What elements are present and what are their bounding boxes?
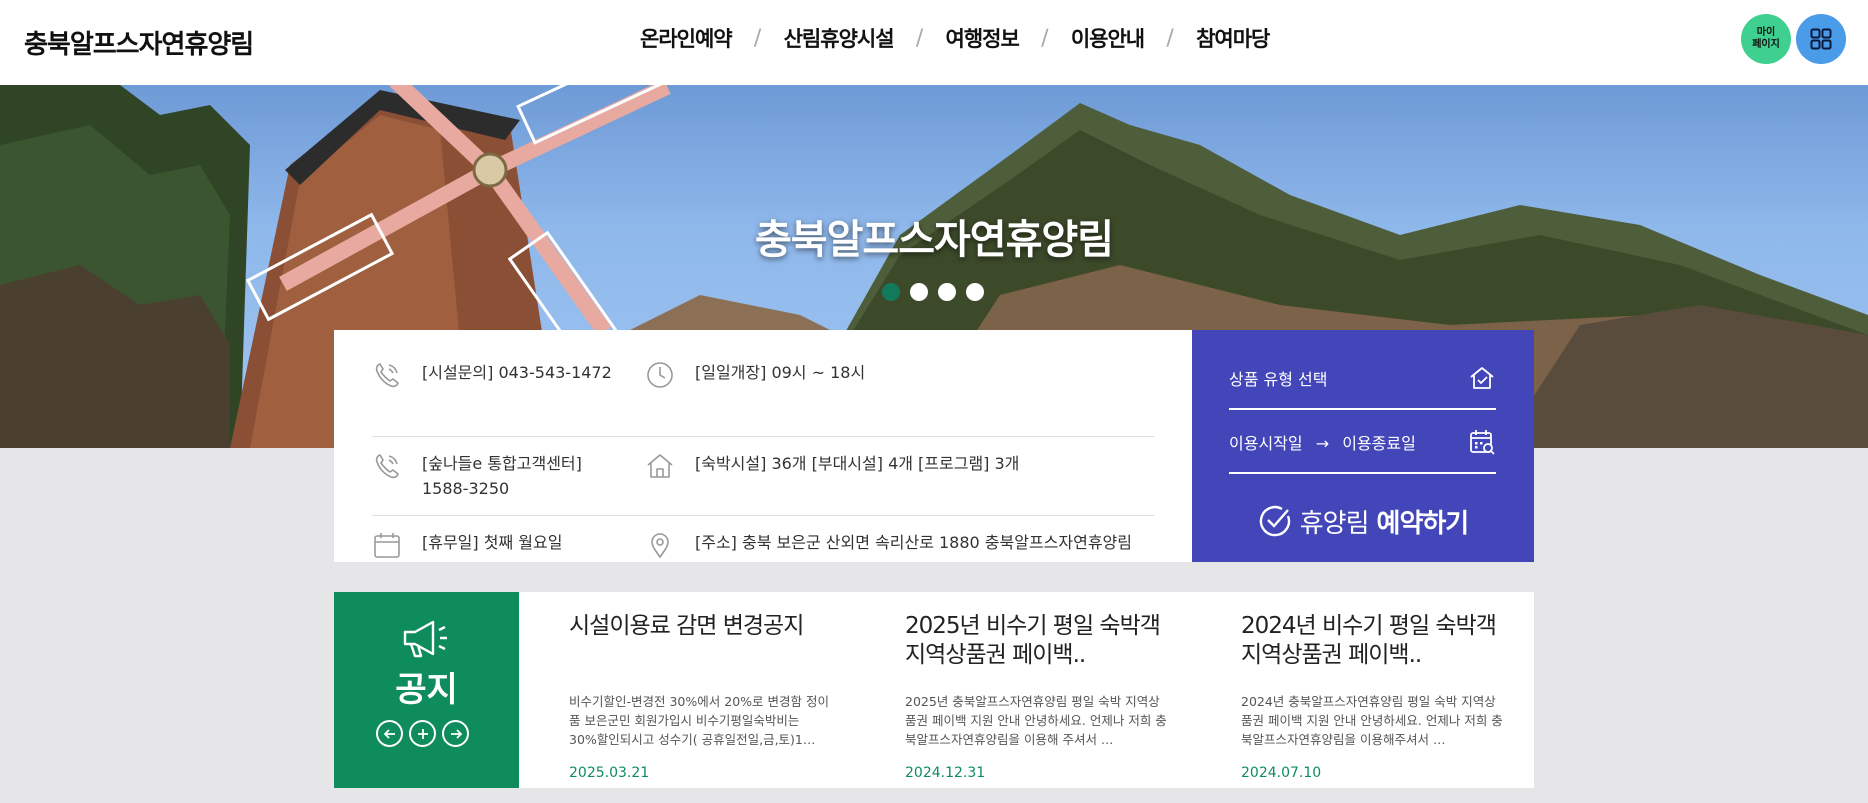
slide-dot-4[interactable] <box>966 283 984 301</box>
reservation-panel: 상품 유형 선택 이용시작일 → 이용종료일 휴양림 예약하기 <box>1192 330 1534 562</box>
info-call-center: [숲나들e 통합고객센터] 1588-3250 <box>372 451 622 501</box>
notice-item-date: 2024.07.10 <box>1241 765 1322 781</box>
clock-icon <box>647 362 673 388</box>
info-panel: [시설문의] 043-543-1472 [일일개장] 09시 ~ 18시 [숲나… <box>334 330 1192 562</box>
notice-item-desc: 2025년 충북알프스자연휴양림 평일 숙박 지역상품권 페이백 지원 안내 안… <box>905 694 1167 747</box>
all-menu-button[interactable] <box>1796 14 1846 64</box>
grid-icon <box>1810 28 1832 50</box>
nav-separator: / <box>1166 25 1174 51</box>
product-type-select[interactable]: 상품 유형 선택 <box>1229 348 1496 410</box>
mypage-label-line1: 마이 <box>1756 27 1776 38</box>
house-icon <box>647 454 673 478</box>
notice-header: 공지 <box>334 592 532 788</box>
notice-item-title: 2025년 비수기 평일 숙박객 지역상품권 페이백.. <box>905 613 1161 668</box>
start-date-label: 이용시작일 <box>1229 434 1303 453</box>
slide-pagination <box>882 283 984 301</box>
notice-title: 공지 <box>395 670 458 710</box>
info-facilities-text: [숙박시설] 36개 [부대시설] 4개 [프로그램] 3개 <box>695 454 1020 473</box>
mypage-label-line2: 페이지 <box>1752 39 1780 50</box>
notice-prev-button[interactable] <box>376 720 403 747</box>
reserve-button[interactable]: 휴양림 예약하기 <box>1192 498 1534 544</box>
notice-item[interactable]: 2025년 비수기 평일 숙박객 지역상품권 페이백.. 2025년 충북알프스… <box>905 612 1167 781</box>
end-date-label: 이용종료일 <box>1342 434 1416 453</box>
info-row: [숲나들e 통합고객센터] 1588-3250 [숙박시설] 36개 [부대시설… <box>372 437 1154 516</box>
info-hours: [일일개장] 09시 ~ 18시 <box>645 360 1145 390</box>
plus-icon <box>417 728 428 739</box>
slide-dot-3[interactable] <box>938 283 956 301</box>
notice-item-date: 2024.12.31 <box>905 765 986 781</box>
site-logo[interactable]: 충북알프스자연휴양림 <box>24 24 254 61</box>
nav-separator: / <box>753 25 762 51</box>
info-facilities: [숙박시설] 36개 [부대시설] 4개 [프로그램] 3개 <box>645 451 1145 481</box>
notice-item-desc: 2024년 충북알프스자연휴양림 평일 숙박 지역상품권 페이백 지원 안내 안… <box>1241 694 1503 747</box>
info-phone: [시설문의] 043-543-1472 <box>372 360 612 390</box>
phone-icon <box>375 363 399 388</box>
date-range-picker[interactable]: 이용시작일 → 이용종료일 <box>1229 412 1496 474</box>
calendar-icon <box>374 533 400 558</box>
calendar-search-icon <box>1470 430 1495 455</box>
product-type-label: 상품 유형 선택 <box>1229 370 1328 389</box>
date-range-label: 이용시작일 → 이용종료일 <box>1229 430 1416 454</box>
notice-more-button[interactable] <box>409 720 436 747</box>
info-row: [휴무일] 첫째 월요일 [주소] 충북 보은군 산외면 속리산로 1880 충… <box>372 516 1154 562</box>
info-hours-text: [일일개장] 09시 ~ 18시 <box>695 363 866 382</box>
info-address: [주소] 충북 보은군 산외면 속리산로 1880 충북알프스자연휴양림 <box>645 530 1165 560</box>
site-header: 충북알프스자연휴양림 온라인예약 / 산림휴양시설 / 여행정보 / 이용안내 … <box>0 0 1868 85</box>
house-check-icon <box>1470 367 1494 389</box>
nav-separator: / <box>915 25 924 51</box>
nav-separator: / <box>1041 25 1049 51</box>
info-phone-text: [시설문의] 043-543-1472 <box>422 363 612 382</box>
arrow-left-icon <box>383 728 395 739</box>
nav-item-usage-guide[interactable]: 이용안내 <box>1071 23 1145 53</box>
megaphone-icon <box>403 620 447 658</box>
info-call-center-text: [숲나들e 통합고객센터] 1588-3250 <box>422 454 582 498</box>
notice-item-desc: 비수기할인-변경전 30%에서 20%로 변경함 정이품 보은군민 회원가입시 … <box>569 694 829 747</box>
mypage-button[interactable]: 마이 페이지 <box>1741 14 1791 64</box>
nav-item-online-reservation[interactable]: 온라인예약 <box>640 23 733 53</box>
notice-item-date: 2025.03.21 <box>569 765 650 781</box>
notice-item-title: 시설이용료 감면 변경공지 <box>569 613 804 639</box>
check-circle-icon <box>1259 505 1290 537</box>
info-address-text: [주소] 충북 보은군 산외면 속리산로 1880 충북알프스자연휴양림 <box>695 533 1132 552</box>
arrow-right-icon <box>450 728 462 739</box>
notice-next-button[interactable] <box>442 720 469 747</box>
nav-item-community[interactable]: 참여마당 <box>1196 23 1270 53</box>
info-closed: [휴무일] 첫째 월요일 <box>372 530 612 560</box>
notice-controls <box>376 720 469 747</box>
nav-item-facilities[interactable]: 산림휴양시설 <box>784 23 895 53</box>
notice-list: 시설이용료 감면 변경공지 비수기할인-변경전 30%에서 20%로 변경함 정… <box>519 592 1534 788</box>
info-row: [시설문의] 043-543-1472 [일일개장] 09시 ~ 18시 <box>372 360 1154 437</box>
date-arrow: → <box>1315 434 1330 453</box>
phone-icon <box>375 454 399 479</box>
notice-item[interactable]: 시설이용료 감면 변경공지 비수기할인-변경전 30%에서 20%로 변경함 정… <box>569 612 831 781</box>
nav-item-travel-info[interactable]: 여행정보 <box>946 23 1020 53</box>
reserve-button-bold: 예약하기 <box>1376 508 1470 539</box>
notice-item-title: 2024년 비수기 평일 숙박객 지역상품권 페이백.. <box>1241 613 1497 668</box>
slide-dot-2[interactable] <box>910 283 928 301</box>
slide-dot-1[interactable] <box>882 283 900 301</box>
info-closed-text: [휴무일] 첫째 월요일 <box>422 533 563 552</box>
hero-title: 충북알프스자연휴양림 <box>755 217 1114 263</box>
main-nav: 온라인예약 / 산림휴양시설 / 여행정보 / 이용안내 / 참여마당 <box>640 20 1270 56</box>
notice-item[interactable]: 2024년 비수기 평일 숙박객 지역상품권 페이백.. 2024년 충북알프스… <box>1241 612 1503 781</box>
location-pin-icon <box>651 533 669 559</box>
reserve-button-prefix: 휴양림 <box>1299 508 1370 539</box>
